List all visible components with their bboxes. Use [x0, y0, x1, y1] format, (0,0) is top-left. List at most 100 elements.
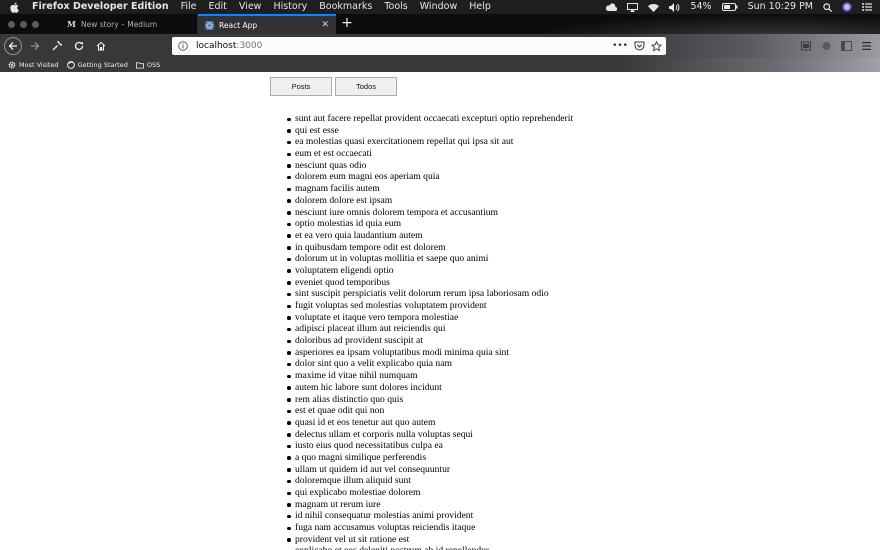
post-list-item: eveniet quod temporibus: [286, 277, 573, 289]
page-viewport: Posts Todos sunt aut facere repellat pro…: [0, 72, 880, 550]
bookmark-label: Getting Started: [77, 61, 128, 69]
menu-edit[interactable]: Edit: [209, 0, 227, 14]
zoom-window-button[interactable]: [32, 20, 39, 28]
back-button[interactable]: [4, 37, 22, 55]
bookmark-star-icon[interactable]: [651, 40, 662, 52]
todos-button[interactable]: Todos: [335, 77, 397, 96]
toolbar-right: [794, 38, 874, 54]
post-list-item: in quibusdam tempore odit est dolorem: [286, 242, 573, 254]
post-list-item: eum et est occaecati: [286, 148, 573, 160]
tab-strip: M New story – Medium React App ✕ +: [0, 14, 880, 34]
window-controls: [0, 14, 60, 34]
post-list-item: explicabo et eos deleniti nostrum ab id …: [286, 545, 573, 550]
battery-percent: 54%: [690, 1, 712, 12]
bookmark-label: OSS: [146, 61, 161, 69]
post-list-item: sunt aut facere repellat provident occae…: [286, 113, 574, 124]
post-list-item: dolorum ut in voluptas mollitia et saepe…: [286, 253, 573, 265]
close-tab-icon[interactable]: ✕: [321, 20, 329, 30]
app-menu-icon[interactable]: [858, 38, 874, 54]
notification-center-icon[interactable]: [862, 3, 872, 11]
page-actions-menu-icon[interactable]: •••: [612, 41, 628, 51]
clock[interactable]: Sun 10:29 PM: [748, 0, 813, 14]
menu-app-name[interactable]: Firefox Developer Edition: [32, 0, 169, 14]
medium-icon: M: [67, 19, 76, 29]
post-list-item: fuga nam accusamus voluptas reiciendis i…: [286, 522, 573, 534]
post-list-item: sint suscipit perspiciatis velit dolorum…: [286, 288, 573, 300]
battery-icon[interactable]: [721, 3, 738, 11]
bookmark-getting-started[interactable]: Getting Started: [66, 61, 128, 69]
url-port: :3000: [236, 41, 263, 51]
spotlight-icon[interactable]: [823, 2, 832, 12]
forward-button[interactable]: [26, 37, 44, 55]
post-list-item: id nihil consequatur molestias animi pro…: [286, 510, 573, 522]
airplay-icon[interactable]: [627, 2, 639, 12]
post-list-item: est et quae odit qui non: [286, 405, 573, 417]
post-list-item: a quo magni similique perferendis: [286, 452, 573, 464]
site-info-icon[interactable]: [176, 39, 190, 53]
menu-view[interactable]: View: [239, 0, 262, 14]
post-list-item: optio molestias id quia eum: [286, 218, 573, 230]
extension-icon[interactable]: [818, 38, 834, 54]
devtools-wrench-icon[interactable]: [48, 37, 66, 55]
reload-button[interactable]: [70, 37, 88, 55]
post-list-item: doloremque illum aliquid sunt: [286, 475, 573, 487]
bookmark-most-visited[interactable]: Most Visited: [8, 61, 59, 69]
menu-file[interactable]: File: [181, 0, 197, 14]
tab-medium[interactable]: M New story – Medium: [60, 14, 198, 34]
post-list-item: ea molestias quasi exercitationem repell…: [286, 136, 573, 148]
post-list-item: qui est esse: [286, 125, 573, 137]
page-actions: •••: [606, 40, 666, 52]
theme-background: [520, 14, 880, 34]
post-list-item: rem alias distinctio quo quis: [286, 394, 573, 406]
post-list-item: ullam ut quidem id aut vel consequuntur: [286, 464, 573, 476]
post-list-item: dolor sint quo a velit explicabo quia na…: [286, 358, 573, 370]
cloud-icon[interactable]: [605, 3, 618, 11]
sidebar-icon[interactable]: [838, 38, 854, 54]
post-list-item: qui explicabo molestiae dolorem: [286, 487, 573, 499]
url-text[interactable]: localhost:3000: [196, 41, 262, 51]
url-host: localhost: [196, 41, 237, 51]
post-list-item: quasi id et eos tenetur aut quo autem: [286, 417, 573, 429]
post-list: sunt aut facere repellat provident occae…: [286, 113, 574, 550]
post-list-item: dolorem eum magni eos aperiam quia: [286, 171, 573, 183]
menu-help[interactable]: Help: [469, 0, 491, 14]
post-list-item: autem hic labore sunt dolores incidunt: [286, 382, 573, 394]
menu-bookmarks[interactable]: Bookmarks: [319, 0, 372, 14]
volume-icon[interactable]: [669, 2, 680, 12]
library-icon[interactable]: [798, 38, 814, 54]
post-list-item: magnam ut rerum iure: [286, 499, 573, 511]
post-list-item: nesciunt quas odio: [286, 160, 573, 172]
post-list-item: voluptate et itaque vero tempora molesti…: [286, 312, 573, 324]
home-button[interactable]: [92, 37, 110, 55]
react-icon: [205, 20, 214, 30]
wifi-icon[interactable]: [648, 3, 660, 12]
menu-tools[interactable]: Tools: [384, 0, 407, 14]
menu-history[interactable]: History: [273, 0, 307, 14]
bookmark-oss[interactable]: OSS: [135, 61, 161, 69]
bookmark-label: Most Visited: [19, 61, 59, 69]
apple-icon[interactable]: [10, 1, 22, 13]
pocket-icon[interactable]: [634, 41, 645, 51]
bookmarks-toolbar: Most Visited Getting Started OSS: [0, 58, 880, 72]
siri-icon[interactable]: [842, 2, 852, 12]
post-list-item: nesciunt iure omnis dolorem tempora et a…: [286, 207, 573, 219]
gear-icon: [8, 61, 16, 69]
address-bar[interactable]: localhost:3000 •••: [172, 37, 666, 55]
posts-button[interactable]: Posts: [270, 77, 332, 96]
post-list-item: delectus ullam et corporis nulla volupta…: [286, 429, 573, 441]
firefox-icon: [66, 61, 75, 69]
nav-toolbar: localhost:3000 •••: [0, 34, 880, 58]
status-area: 54% Sun 10:29 PM: [595, 0, 880, 14]
close-window-button[interactable]: [8, 20, 15, 28]
new-tab-button[interactable]: +: [336, 14, 358, 34]
post-list-item: dolorem dolore est ipsam: [286, 195, 573, 207]
menu-window[interactable]: Window: [420, 0, 457, 14]
post-list-item: et ea vero quia laudantium autem: [286, 230, 573, 242]
post-list-item: voluptatem eligendi optio: [286, 265, 573, 277]
tab-react-app[interactable]: React App ✕: [198, 14, 336, 34]
post-list-item: doloribus ad provident suscipit at: [286, 335, 573, 347]
post-list-item: magnam facilis autem: [286, 183, 573, 195]
post-list-item: asperiores ea ipsam voluptatibus modi mi…: [286, 347, 573, 359]
minimize-window-button[interactable]: [20, 20, 27, 28]
post-list-item: provident vel ut sit ratione est: [286, 534, 573, 546]
